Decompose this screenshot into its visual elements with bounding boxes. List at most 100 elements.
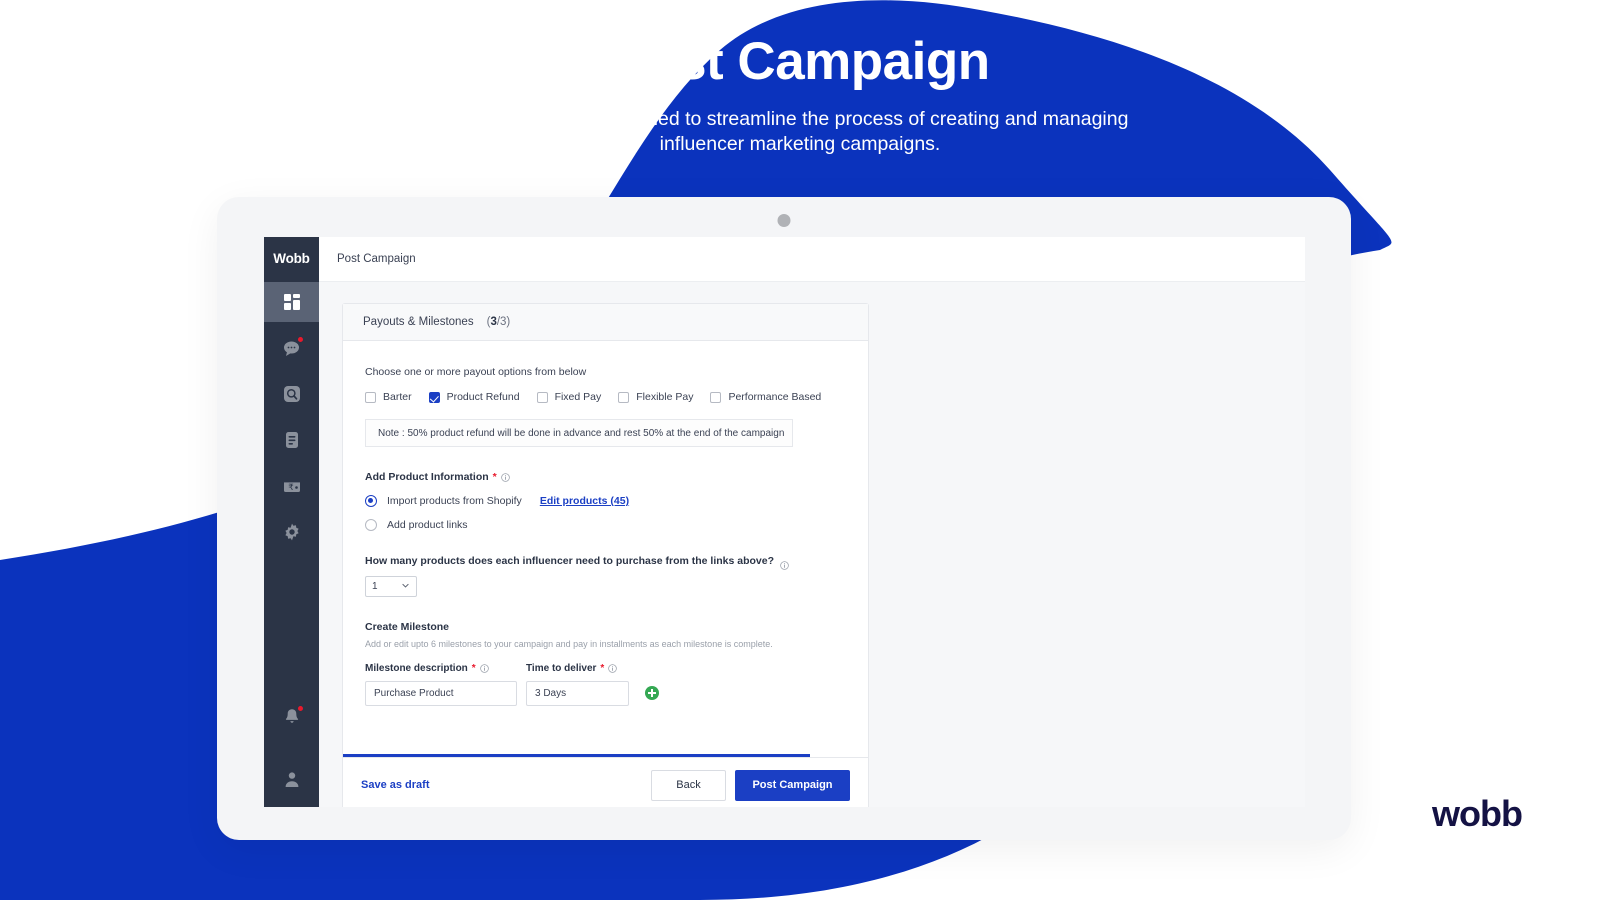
laptop-frame: Wobb ₹ Post Campaign Payouts & Milestone… — [217, 197, 1351, 840]
payout-option-label: Fixed Pay — [554, 391, 602, 403]
user-avatar-icon — [282, 769, 302, 789]
radio-label: Import products from Shopify — [387, 495, 522, 507]
milestone-group: Create Milestone Add or edit upto 6 mile… — [365, 621, 846, 706]
radio-import-shopify[interactable] — [365, 495, 377, 507]
checkbox-performance-based[interactable] — [710, 391, 722, 403]
progress-track — [343, 754, 868, 757]
card-step-indicator: (3/3) — [486, 316, 511, 328]
page-root: Post Campaign This section is designed t… — [0, 0, 1600, 900]
milestone-description-text: Milestone description — [365, 663, 468, 674]
product-information-group: Add Product Information * Import products… — [365, 471, 846, 531]
app-sidebar: Wobb ₹ — [264, 237, 319, 807]
payout-option-label: Barter — [383, 391, 412, 403]
search-icon — [282, 384, 302, 404]
sidebar-item-settings[interactable] — [264, 512, 319, 552]
milestone-subtitle: Add or edit upto 6 milestones to your ca… — [365, 639, 773, 649]
quantity-value: 1 — [372, 581, 378, 592]
payout-option-label: Performance Based — [728, 391, 822, 403]
card-title: Payouts & Milestones — [363, 316, 474, 328]
sidebar-item-search[interactable] — [264, 374, 319, 414]
card-body: Choose one or more payout options from b… — [343, 341, 868, 757]
content-area: Payouts & Milestones (3/3) Choose one or… — [319, 282, 1305, 807]
card-header: Payouts & Milestones (3/3) — [343, 304, 868, 341]
radio-import-shopify-row[interactable]: Import products from Shopify Edit produc… — [365, 495, 846, 507]
milestone-time-label: Time to deliver * — [526, 663, 629, 674]
quantity-group: How many products does each influencer n… — [365, 555, 846, 597]
quantity-question: How many products does each influencer n… — [365, 555, 775, 567]
payout-prompt: Choose one or more payout options from b… — [365, 366, 587, 378]
milestone-time-input[interactable]: 3 Days — [526, 681, 629, 706]
milestone-description-label: Milestone description * — [365, 663, 517, 674]
required-mark: * — [471, 663, 476, 674]
radio-label: Add product links — [387, 519, 468, 531]
post-campaign-button[interactable]: Post Campaign — [735, 769, 850, 801]
settings-gear-icon — [282, 522, 302, 542]
info-icon[interactable] — [608, 664, 618, 673]
quantity-select[interactable]: 1 — [365, 576, 417, 597]
chat-unread-badge — [296, 336, 304, 343]
hero-section: Post Campaign This section is designed t… — [0, 0, 1600, 156]
chat-icon — [282, 336, 304, 358]
payout-option-product-refund[interactable]: Product Refund — [428, 391, 520, 403]
payments-icon: ₹ — [282, 476, 302, 496]
app-topbar: Post Campaign — [319, 237, 1305, 282]
info-icon[interactable] — [479, 664, 489, 673]
notifications-bell-icon — [282, 705, 304, 727]
save-as-draft-link[interactable]: Save as draft — [361, 779, 429, 791]
notifications-badge — [296, 705, 304, 712]
sidebar-item-profile[interactable] — [264, 759, 319, 799]
milestone-fields-row: Milestone description* Purchase Product — [365, 663, 846, 706]
chevron-down-icon — [401, 581, 410, 593]
page-subtitle: This section is designed to streamline t… — [471, 108, 1129, 155]
dashboard-icon — [282, 292, 302, 312]
wobb-brand-logo: wobb — [1432, 793, 1523, 834]
card-footer: Save as draft Back Post Campaign — [343, 757, 868, 807]
quantity-question-row: How many products does each influencer n… — [365, 555, 846, 570]
payout-option-performance-based[interactable]: Performance Based — [710, 391, 821, 403]
page-title: Post Campaign — [610, 32, 990, 91]
milestone-description-input[interactable]: Purchase Product — [365, 681, 517, 706]
checkbox-product-refund[interactable] — [428, 391, 440, 403]
payout-option-barter[interactable]: Barter — [365, 391, 412, 403]
progress-bar — [343, 754, 811, 757]
milestone-time-col: Time to deliver * 3 Days — [526, 663, 629, 706]
topbar-title: Post Campaign — [337, 253, 416, 265]
info-icon[interactable] — [780, 557, 789, 570]
milestone-time-text: Time to deliver — [526, 663, 597, 674]
sidebar-item-dashboard[interactable] — [264, 282, 319, 322]
checkbox-barter[interactable] — [365, 391, 376, 403]
app-screen: Wobb ₹ Post Campaign Payouts & Milestone… — [264, 237, 1305, 807]
sidebar-item-payments[interactable]: ₹ — [264, 466, 319, 506]
milestone-description-col: Milestone description * Purchase Product — [365, 663, 517, 706]
checkbox-fixed-pay[interactable] — [536, 391, 548, 403]
webcam-dot-icon — [777, 214, 791, 227]
checkbox-flexible-pay[interactable] — [618, 391, 630, 403]
payout-option-label: Flexible Pay — [636, 391, 694, 403]
product-information-text: Add Product Information — [365, 471, 489, 483]
sidebar-logo: Wobb — [273, 251, 310, 266]
payout-options-row: Barter Product Refund Fixed Pay Flexible… — [365, 391, 846, 403]
radio-add-links-row[interactable]: Add product links — [365, 519, 846, 531]
milestone-title: Create Milestone — [365, 621, 450, 633]
sidebar-item-documents[interactable] — [264, 420, 319, 460]
info-icon[interactable] — [500, 472, 510, 482]
document-icon — [282, 430, 302, 450]
required-mark: * — [492, 471, 497, 483]
radio-add-product-links[interactable] — [365, 519, 377, 531]
sidebar-item-chat[interactable] — [264, 328, 319, 368]
edit-products-link[interactable]: Edit products (45) — [540, 495, 629, 507]
svg-text:₹: ₹ — [288, 483, 293, 493]
sidebar-bottom-group — [264, 697, 319, 799]
app-main: Post Campaign Payouts & Milestones (3/3)… — [319, 237, 1305, 807]
add-milestone-button[interactable] — [645, 686, 659, 700]
footer-buttons: Back Post Campaign — [651, 769, 850, 801]
sidebar-item-notifications[interactable] — [264, 697, 319, 737]
back-button[interactable]: Back — [651, 769, 726, 801]
payout-option-flexible-pay[interactable]: Flexible Pay — [618, 391, 693, 403]
payout-option-fixed-pay[interactable]: Fixed Pay — [536, 391, 602, 403]
product-information-label: Add Product Information * — [365, 471, 846, 483]
payout-option-label: Product Refund — [446, 391, 520, 403]
payout-note: Note : 50% product refund will be done i… — [365, 419, 793, 447]
payouts-milestones-card: Payouts & Milestones (3/3) Choose one or… — [342, 303, 869, 807]
required-mark: * — [600, 663, 605, 674]
